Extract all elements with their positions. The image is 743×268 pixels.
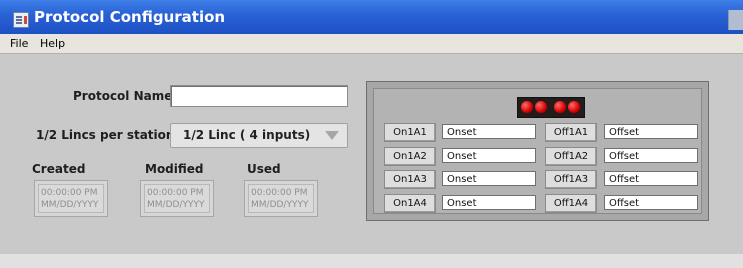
window-bottom-edge (0, 254, 743, 268)
protocol-configuration-window: Protocol Configuration File Help Protoco… (0, 0, 743, 268)
off1a4-button[interactable]: Off1A4 (545, 194, 597, 213)
off1a1-button[interactable]: Off1A1 (545, 123, 597, 142)
off1a3-button[interactable]: Off1A3 (545, 170, 597, 189)
lincs-per-station-label: 1/2 Lincs per station (36, 128, 175, 142)
on1a3-button[interactable]: On1A3 (384, 170, 436, 189)
dropdown-arrow-icon (325, 131, 339, 140)
menu-help[interactable]: Help (40, 37, 65, 50)
on1a1-button[interactable]: On1A1 (384, 123, 436, 142)
on1a2-button[interactable]: On1A2 (384, 147, 436, 166)
created-timestamp: 00:00:00 PM MM/DD/YYYY (34, 180, 108, 217)
off1a2-button[interactable]: Off1A2 (545, 147, 597, 166)
on1a4-field[interactable]: Onset (442, 195, 536, 210)
modified-timestamp: 00:00:00 PM MM/DD/YYYY (140, 180, 214, 217)
created-label: Created (32, 162, 86, 176)
app-icon (13, 12, 29, 28)
led-indicator-strip (517, 97, 585, 118)
used-timestamp: 00:00:00 PM MM/DD/YYYY (244, 180, 318, 217)
on1a1-field[interactable]: Onset (442, 124, 536, 139)
protocol-name-label: Protocol Name (73, 89, 173, 103)
used-date: MM/DD/YYYY (251, 200, 309, 210)
led-indicator-icon (535, 101, 547, 113)
off1a4-field[interactable]: Offset (604, 195, 698, 210)
led-indicator-icon (521, 101, 533, 113)
off1a1-field[interactable]: Offset (604, 124, 698, 139)
menu-file[interactable]: File (10, 37, 28, 50)
used-time: 00:00:00 PM (251, 188, 308, 198)
on1a2-field[interactable]: Onset (442, 148, 536, 163)
input-mapping-panel: On1A1 Onset Off1A1 Offset On1A2 Onset Of… (366, 81, 709, 221)
led-indicator-icon (568, 101, 580, 113)
lincs-per-station-select[interactable]: 1/2 Linc ( 4 inputs) (170, 123, 348, 148)
lincs-selected-value: 1/2 Linc ( 4 inputs) (183, 128, 311, 142)
created-time: 00:00:00 PM (41, 188, 98, 198)
modified-label: Modified (145, 162, 204, 176)
off1a2-field[interactable]: Offset (604, 148, 698, 163)
modified-date: MM/DD/YYYY (147, 200, 205, 210)
title-bar: Protocol Configuration (0, 0, 743, 34)
led-indicator-icon (554, 101, 566, 113)
on1a3-field[interactable]: Onset (442, 171, 536, 186)
created-date: MM/DD/YYYY (41, 200, 99, 210)
close-button[interactable] (728, 10, 743, 30)
off1a3-field[interactable]: Offset (604, 171, 698, 186)
protocol-name-input[interactable] (170, 85, 348, 107)
modified-time: 00:00:00 PM (147, 188, 204, 198)
on1a4-button[interactable]: On1A4 (384, 194, 436, 213)
menu-bar: File Help (0, 34, 743, 54)
used-label: Used (247, 162, 281, 176)
window-title: Protocol Configuration (34, 8, 226, 26)
